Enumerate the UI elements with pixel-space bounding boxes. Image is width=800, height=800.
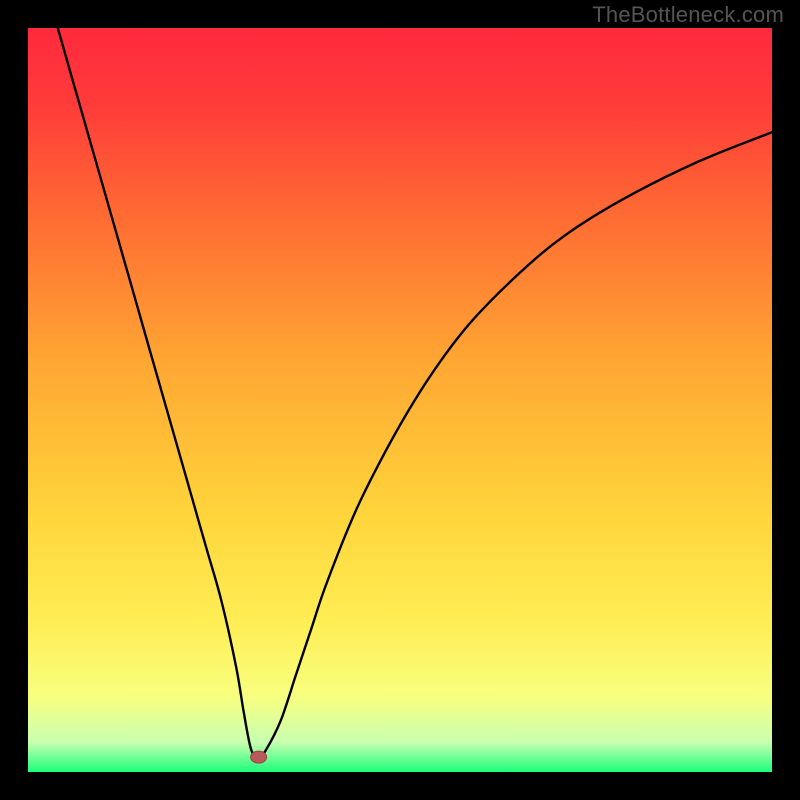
- optimal-point-marker: [251, 751, 267, 763]
- gradient-background: [28, 28, 772, 772]
- plot-svg: [28, 28, 772, 772]
- chart-frame: TheBottleneck.com: [0, 0, 800, 800]
- watermark-text: TheBottleneck.com: [592, 2, 784, 28]
- plot-area: [28, 28, 772, 772]
